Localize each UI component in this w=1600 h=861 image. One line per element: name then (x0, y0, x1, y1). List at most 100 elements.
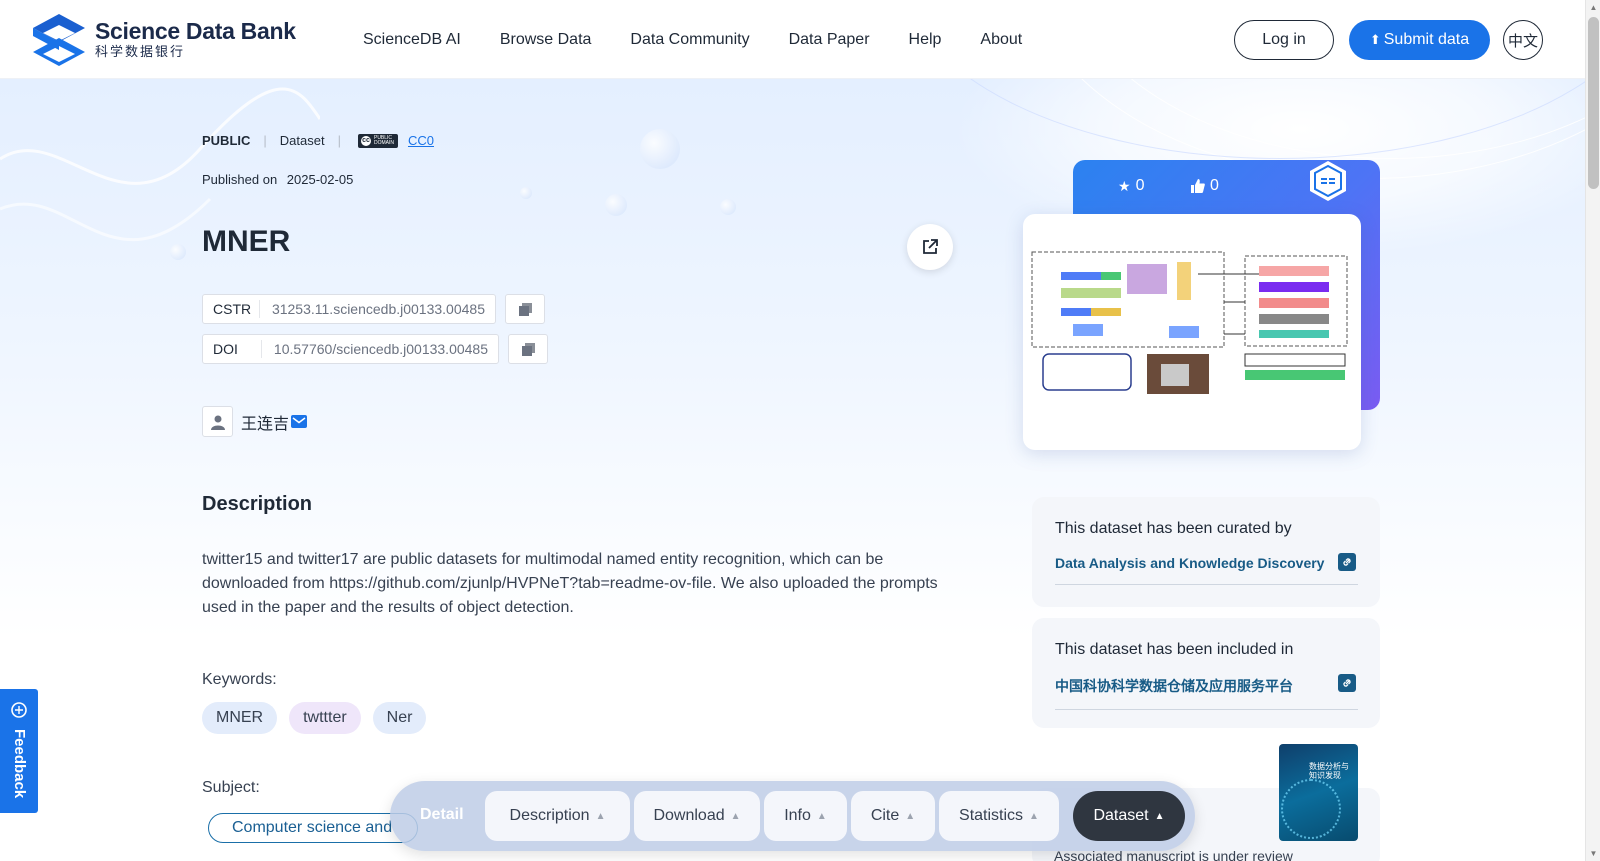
chevron-up-icon: ▲ (1154, 810, 1165, 822)
email-icon[interactable] (291, 415, 308, 428)
nav-browse-data[interactable]: Browse Data (500, 31, 592, 49)
molecule-decoration (520, 187, 532, 199)
star-icon: ★ (1118, 177, 1131, 194)
dataset-meta-row: PUBLIC | Dataset | cc PUBLIC DOMAIN CC0 (202, 133, 434, 148)
access-badge: PUBLIC (202, 133, 251, 148)
site-logo[interactable]: Science Data Bank 科学数据银行 (31, 12, 296, 68)
molecule-decoration (605, 194, 627, 216)
keywords-label: Keywords: (202, 671, 277, 688)
external-link-icon[interactable] (1338, 674, 1356, 692)
meta-separator: | (263, 133, 267, 148)
feedback-tab[interactable]: Feedback (0, 689, 38, 813)
meta-separator: | (337, 133, 341, 148)
curated-by-card: This dataset has been curated by Data An… (1032, 497, 1380, 607)
logo-mark-icon (33, 14, 85, 66)
subject-chip[interactable]: Computer science and (208, 813, 418, 843)
published-date: Published on 2025-02-05 (202, 172, 353, 187)
likes-count-value: 0 (1210, 177, 1219, 194)
dataset-type: Dataset (279, 133, 325, 148)
description-text: twitter15 and twitter17 are public datas… (202, 551, 938, 616)
section-tab-info[interactable]: Info ▲ (764, 791, 847, 841)
included-in-card: This dataset has been included in 中国科协科学… (1032, 618, 1380, 728)
dataset-title: MNER (202, 225, 291, 258)
thumbs-up-icon (1191, 179, 1205, 193)
author: 王连吉 (202, 406, 308, 437)
cc-license-icon: cc PUBLIC DOMAIN (357, 133, 398, 148)
section-tab-label: Dataset (1093, 807, 1149, 824)
cstr-value[interactable]: 31253.11.sciencedb.j00133.00485 (260, 301, 495, 317)
doi-value[interactable]: 10.57760/sciencedb.j00133.00485 (262, 341, 498, 357)
section-tab-download[interactable]: Download ▲ (634, 791, 760, 841)
doi-label: DOI (203, 340, 262, 358)
chevron-up-icon: ▲ (595, 810, 606, 822)
page-scrollbar[interactable]: ▲ ▼ (1585, 0, 1600, 861)
published-label: Published on (202, 172, 278, 187)
logo-name-cn: 科学数据银行 (95, 44, 186, 59)
user-icon (210, 415, 225, 430)
chevron-up-icon: ▲ (905, 810, 916, 822)
share-button[interactable] (907, 224, 953, 270)
feedback-icon (11, 702, 27, 718)
chevron-up-icon: ▲ (1029, 810, 1039, 822)
keyword-chip[interactable]: twttter (289, 702, 361, 734)
keyword-chip[interactable]: MNER (202, 702, 278, 734)
copy-cstr-button[interactable] (505, 294, 545, 324)
verified-seal-icon (1310, 161, 1346, 201)
included-in-link[interactable]: 中国科协科学数据仓储及应用服务平台 (1055, 674, 1358, 710)
author-avatar (202, 406, 233, 437)
section-tab-dataset[interactable]: Dataset ▲ (1073, 791, 1185, 841)
keyword-chip[interactable]: Ner (372, 702, 427, 734)
copy-icon (518, 302, 532, 316)
curated-by-link[interactable]: Data Analysis and Knowledge Discovery (1055, 553, 1358, 585)
nav-help[interactable]: Help (909, 31, 942, 49)
journal-cover-title: 数据分析与知识发现 (1309, 762, 1349, 780)
curated-by-heading: This dataset has been curated by (1055, 520, 1292, 537)
feedback-label: Feedback (11, 729, 28, 799)
language-switch-button[interactable]: 中文 (1503, 20, 1543, 60)
favorites-count[interactable]: ★ 0 (1118, 177, 1144, 195)
nav-sciencedb-ai[interactable]: ScienceDB AI (363, 31, 461, 49)
section-tab-statistics[interactable]: Statistics ▲ (939, 791, 1059, 841)
section-tab-label: Statistics (959, 807, 1024, 824)
login-button[interactable]: Log in (1234, 20, 1334, 60)
section-nav-bar: Detail Description ▲ Download ▲ Info ▲ Cite… (390, 781, 1195, 851)
section-tab-description[interactable]: Description ▲ (485, 791, 630, 841)
section-tab-cite[interactable]: Cite ▲ (851, 791, 935, 841)
molecule-decoration (720, 199, 736, 215)
section-nav-title: Detail (420, 806, 464, 823)
scroll-down-arrow-icon[interactable]: ▼ (1589, 849, 1598, 858)
submit-data-button[interactable]: ⬆ Submit data (1349, 20, 1490, 60)
site-header: Science Data Bank 科学数据银行 ScienceDB AI Br… (0, 0, 1585, 79)
subject-label: Subject: (202, 779, 260, 796)
section-tab-label: Cite (870, 807, 900, 824)
favorites-count-value: 0 (1135, 177, 1145, 194)
external-link-icon[interactable] (1338, 553, 1356, 571)
submit-data-label: Submit data (1383, 31, 1470, 48)
nav-about[interactable]: About (980, 31, 1022, 49)
cstr-field: CSTR 31253.11.sciencedb.j00133.00485 (202, 294, 496, 324)
license-link[interactable]: CC0 (408, 133, 434, 148)
journal-cover-image[interactable]: 数据分析与知识发现 (1279, 744, 1358, 841)
author-name[interactable]: 王连吉 (241, 410, 289, 434)
model-diagram-image (1031, 251, 1348, 394)
chevron-up-icon: ▲ (730, 810, 741, 822)
molecule-decoration (640, 129, 680, 169)
dataset-cover-image[interactable] (1023, 214, 1361, 450)
main-nav: ScienceDB AI Browse Data Data Community … (363, 0, 1061, 79)
section-tab-label: Info (784, 807, 811, 824)
curated-by-link-label: Data Analysis and Knowledge Discovery (1055, 555, 1325, 571)
nav-data-paper[interactable]: Data Paper (789, 31, 870, 49)
published-date-value: 2025-02-05 (286, 172, 354, 187)
scroll-up-arrow-icon[interactable]: ▲ (1589, 3, 1598, 12)
chevron-up-icon: ▲ (816, 810, 827, 822)
keywords-list: MNER twttter Ner (202, 702, 438, 734)
included-in-heading: This dataset has been included in (1055, 641, 1294, 658)
doi-field: DOI 10.57760/sciencedb.j00133.00485 (202, 334, 499, 364)
included-in-link-label: 中国科协科学数据仓储及应用服务平台 (1055, 678, 1293, 694)
scrollbar-thumb[interactable] (1588, 17, 1599, 189)
nav-data-community[interactable]: Data Community (630, 31, 749, 49)
cstr-label: CSTR (203, 300, 260, 318)
likes-count[interactable]: 0 (1191, 177, 1219, 195)
section-tab-label: Description (509, 807, 590, 824)
copy-doi-button[interactable] (508, 334, 548, 364)
